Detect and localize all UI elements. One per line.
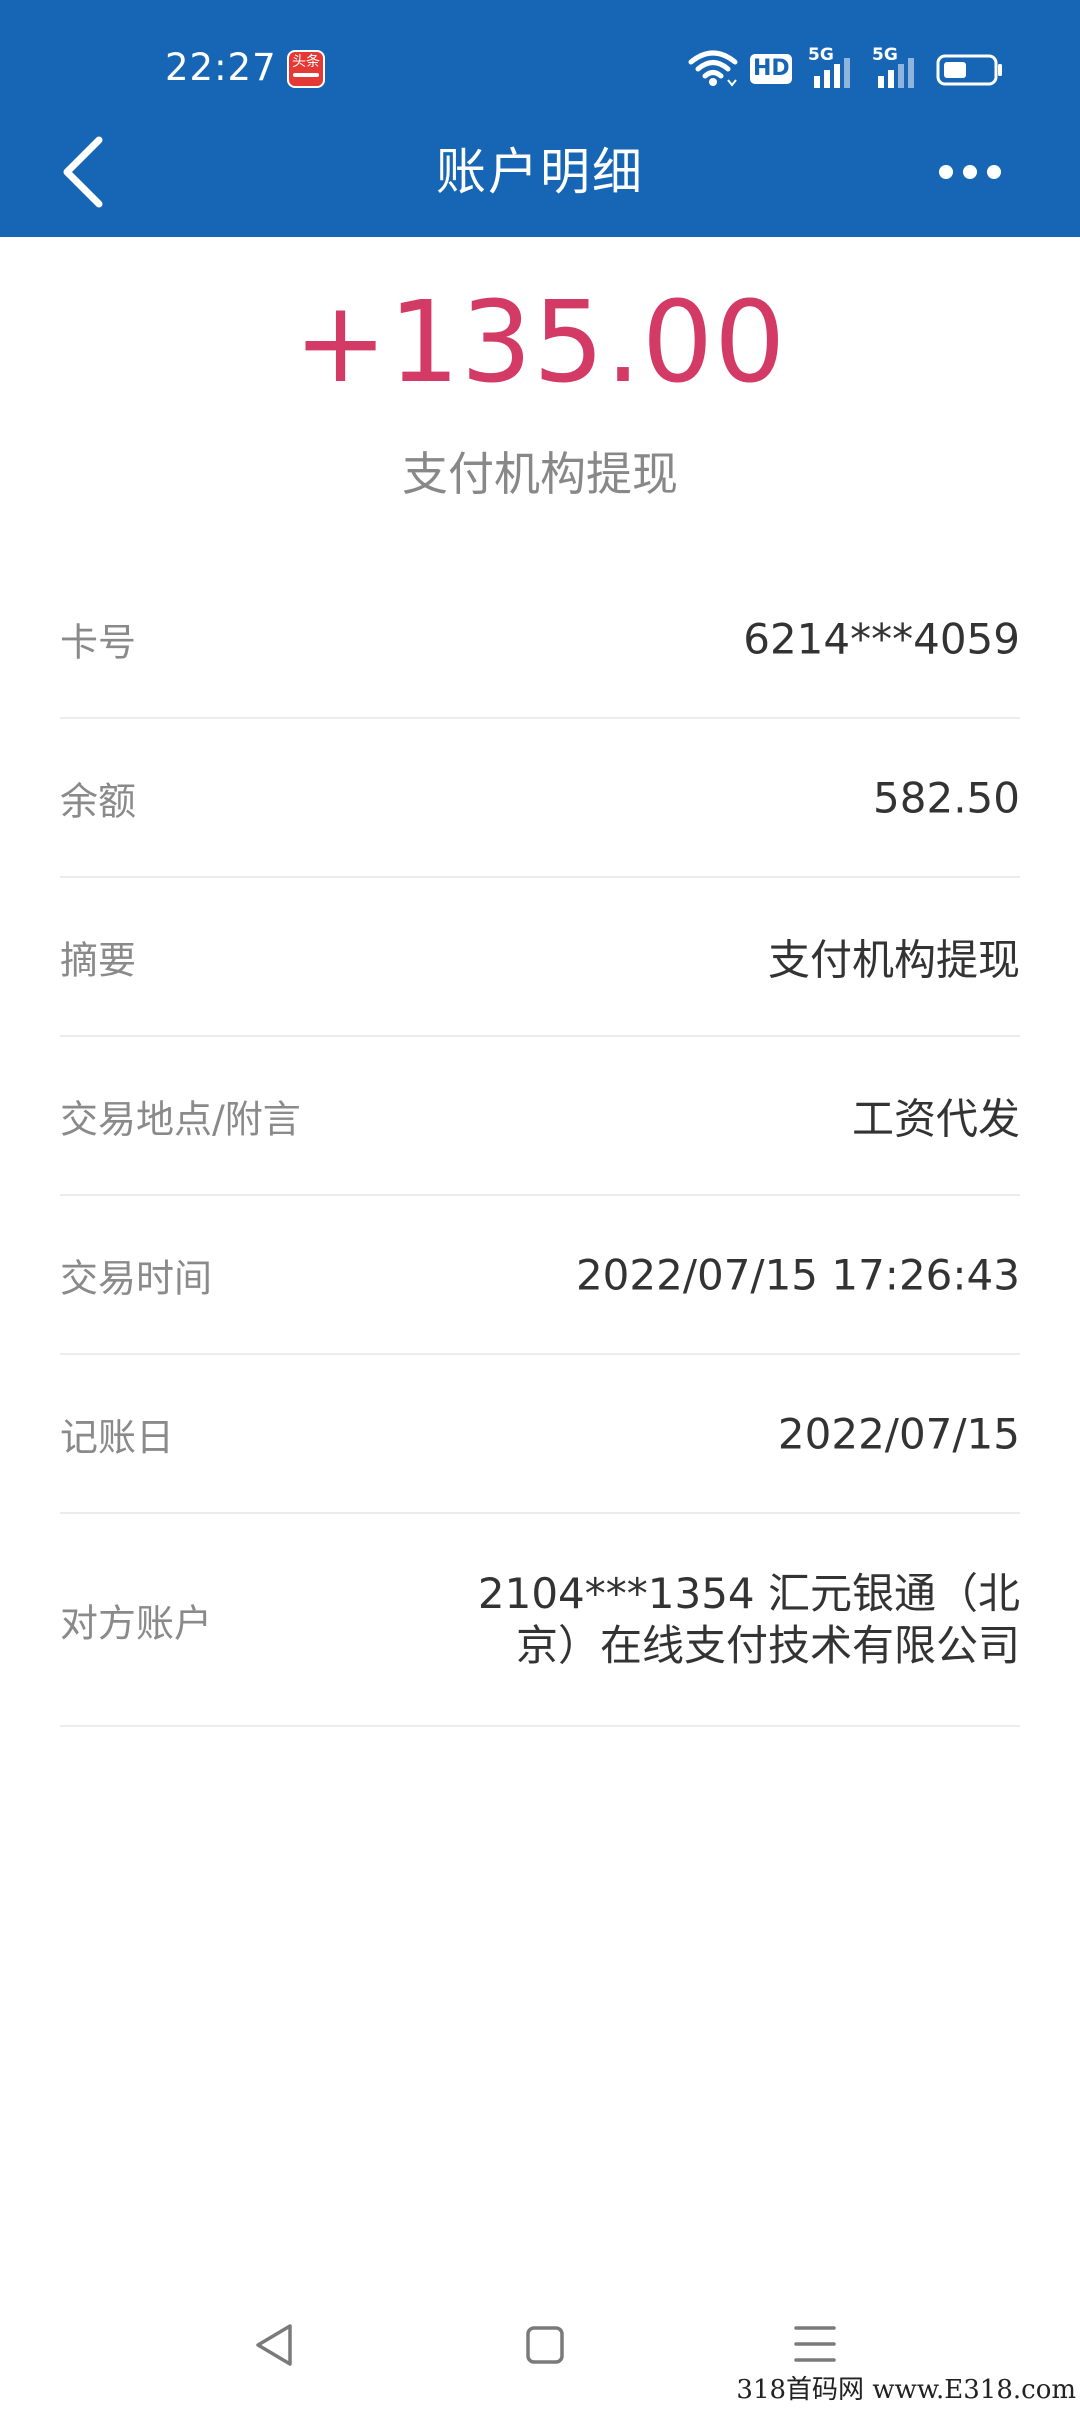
signal-5g-icon-2: 5G	[872, 46, 922, 88]
detail-value: 支付机构提现	[767, 935, 1020, 984]
back-triangle-icon[interactable]	[252, 2322, 296, 2368]
detail-value: 6214***4059	[743, 614, 1020, 663]
signal-5g-icon: 5G	[808, 46, 858, 88]
hd-voice-icon: HD	[750, 54, 792, 84]
detail-row-balance: 余额 582.50	[60, 719, 1020, 878]
detail-row-location-note: 交易地点/附言 工资代发	[60, 1037, 1020, 1196]
detail-label: 对方账户	[60, 1601, 213, 1645]
detail-value: 582.50	[873, 773, 1020, 822]
transaction-description: 支付机构提现	[402, 447, 678, 501]
detail-row-card-number: 卡号 6214***4059	[60, 560, 1020, 719]
battery-icon	[936, 54, 1002, 86]
more-dots-icon[interactable]	[930, 150, 1010, 194]
detail-list: 卡号 6214***4059 余额 582.50 摘要 支付机构提现 交易地点/…	[60, 560, 1020, 1727]
detail-row-counterparty: 对方账户 2104***1354 汇元银通（北京）在线支付技术有限公司	[60, 1514, 1020, 1727]
detail-label: 余额	[60, 779, 137, 823]
detail-label: 交易时间	[60, 1256, 213, 1300]
detail-row-transaction-time: 交易时间 2022/07/15 17:26:43	[60, 1196, 1020, 1355]
watermark: 318首码网 www.E318.com	[736, 2375, 1076, 2405]
wifi-icon	[688, 50, 738, 87]
detail-label: 交易地点/附言	[60, 1097, 301, 1141]
toutiao-app-icon: 头条	[287, 50, 325, 88]
app-header: 22:27 头条 HD 5G 5G 账户明细	[0, 0, 1080, 237]
detail-row-booking-date: 记账日 2022/07/15	[60, 1355, 1020, 1514]
detail-label: 摘要	[60, 938, 137, 982]
detail-label: 记账日	[60, 1415, 175, 1459]
detail-value: 工资代发	[851, 1094, 1020, 1143]
hd-badge-text: HD	[753, 56, 790, 81]
detail-value: 2104***1354 汇元银通（北京）在线支付技术有限公司	[477, 1568, 1020, 1670]
menu-lines-icon[interactable]	[792, 2322, 838, 2366]
status-time: 22:27	[165, 46, 277, 89]
page-title: 账户明细	[436, 143, 644, 201]
detail-label: 卡号	[60, 620, 137, 664]
detail-value: 2022/07/15 17:26:43	[575, 1250, 1020, 1299]
transaction-amount: +135.00	[293, 278, 787, 408]
detail-value: 2022/07/15	[777, 1409, 1020, 1458]
detail-row-summary: 摘要 支付机构提现	[60, 878, 1020, 1037]
home-square-icon[interactable]	[524, 2324, 566, 2366]
toutiao-icon-text: 头条	[292, 54, 320, 70]
